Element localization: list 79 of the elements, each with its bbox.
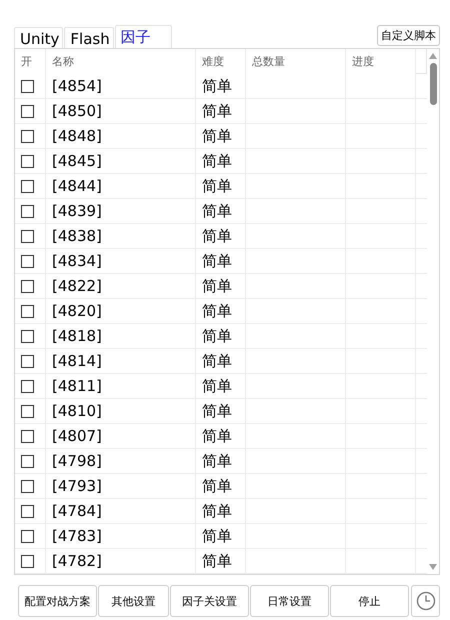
- table-cell: [4783]: [52, 527, 102, 545]
- table-cell: [4807]: [52, 427, 102, 445]
- checkbox[interactable]: [21, 380, 34, 392]
- checkbox[interactable]: [21, 554, 34, 568]
- table-cell: [4798]: [52, 452, 102, 470]
- column-header[interactable]: 开: [15, 49, 46, 74]
- table-cell: [4784]: [52, 502, 102, 520]
- action-button[interactable]: 因子关设置: [170, 585, 249, 617]
- checkbox[interactable]: [21, 254, 34, 268]
- checkbox[interactable]: [21, 280, 34, 292]
- action-button[interactable]: 日常设置: [250, 585, 329, 617]
- checkbox[interactable]: [21, 354, 34, 368]
- table-cell: [4782]: [52, 552, 102, 570]
- table-cell: [4818]: [52, 327, 102, 345]
- tab[interactable]: Unity: [14, 27, 64, 48]
- table-cell: 简单: [202, 226, 232, 246]
- table-cell: [4814]: [52, 352, 102, 370]
- scroll-down-icon[interactable]: [429, 564, 437, 570]
- column-header[interactable]: 进度: [346, 49, 416, 74]
- table-cell: 简单: [202, 376, 232, 396]
- checkbox[interactable]: [21, 180, 34, 192]
- custom-script-button[interactable]: 自定义脚本: [377, 25, 440, 46]
- table-cell: [4848]: [52, 127, 102, 145]
- table-cell: 简单: [202, 252, 232, 270]
- table-cell: 简单: [202, 476, 232, 496]
- action-button[interactable]: 其他设置: [98, 585, 169, 617]
- column-header[interactable]: 总数量: [246, 49, 346, 74]
- table-cell: 简单: [202, 202, 232, 220]
- scroll-thumb[interactable]: [430, 63, 436, 105]
- tab[interactable]: 因子: [114, 25, 172, 48]
- checkbox[interactable]: [21, 454, 34, 468]
- clock-button[interactable]: [411, 585, 440, 617]
- tab[interactable]: Flash: [64, 27, 114, 48]
- table-cell: [4845]: [52, 152, 102, 170]
- column-header[interactable]: 难度: [196, 49, 246, 74]
- action-button[interactable]: 停止: [330, 585, 409, 617]
- table-cell: [4793]: [52, 477, 102, 495]
- table-cell: 简单: [202, 76, 232, 96]
- checkbox[interactable]: [21, 430, 34, 442]
- checkbox[interactable]: [21, 304, 34, 318]
- checkbox[interactable]: [21, 154, 34, 168]
- table-cell: [4810]: [52, 402, 102, 420]
- table-cell: 简单: [202, 402, 232, 420]
- table-cell: 简单: [202, 502, 232, 520]
- checkbox[interactable]: [21, 80, 34, 92]
- checkbox[interactable]: [21, 530, 34, 542]
- table-cell: [4811]: [52, 377, 102, 395]
- checkbox[interactable]: [21, 230, 34, 242]
- column-header[interactable]: 名称: [46, 49, 196, 74]
- table-cell: 简单: [202, 102, 232, 120]
- scroll-up-icon[interactable]: [429, 53, 437, 59]
- checkbox[interactable]: [21, 504, 34, 518]
- table-cell: 简单: [202, 302, 232, 320]
- table-cell: 简单: [202, 326, 232, 346]
- table-cell: [4839]: [52, 202, 102, 220]
- checkbox[interactable]: [21, 480, 34, 492]
- table-cell: 简单: [202, 176, 232, 196]
- checkbox[interactable]: [21, 130, 34, 142]
- checkbox[interactable]: [21, 404, 34, 418]
- checkbox[interactable]: [21, 204, 34, 218]
- table-cell: [4854]: [52, 77, 102, 95]
- table-cell: 简单: [202, 126, 232, 146]
- table-cell: 简单: [202, 352, 232, 370]
- checkbox[interactable]: [21, 330, 34, 342]
- checkbox[interactable]: [21, 104, 34, 118]
- table-cell: 简单: [202, 152, 232, 170]
- table-cell: [4834]: [52, 252, 102, 270]
- table-cell: [4838]: [52, 227, 102, 245]
- table-cell: 简单: [202, 552, 232, 570]
- table-cell: 简单: [202, 426, 232, 446]
- table-cell: 简单: [202, 452, 232, 470]
- table-cell: [4820]: [52, 302, 102, 320]
- table-cell: [4822]: [52, 277, 102, 295]
- table-cell: 简单: [202, 526, 232, 546]
- table-cell: [4844]: [52, 177, 102, 195]
- table-cell: [4850]: [52, 102, 102, 120]
- table-cell: 简单: [202, 276, 232, 296]
- clock-icon: [416, 591, 436, 611]
- action-button[interactable]: 配置对战方案: [18, 585, 97, 617]
